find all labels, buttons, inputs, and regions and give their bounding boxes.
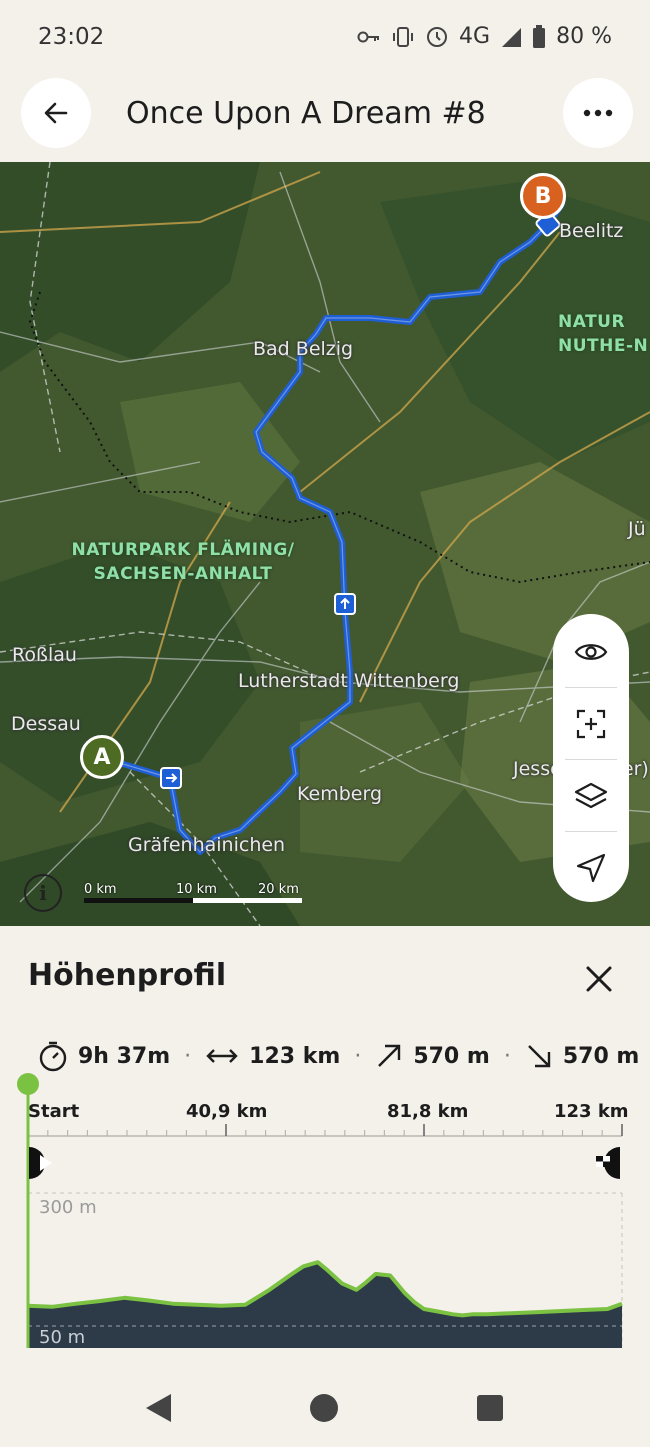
navigation-arrow-icon: [576, 853, 606, 883]
recenter-button[interactable]: [553, 688, 629, 760]
page-title: Once Upon A Dream #8: [126, 96, 486, 131]
more-options-button[interactable]: [563, 78, 633, 148]
scale-label: 20 km: [258, 882, 299, 897]
signal-icon: [502, 27, 522, 47]
map-controls: [553, 614, 629, 902]
network-label: 4G: [459, 24, 491, 49]
park-label-line: NUTHE-N: [558, 336, 649, 356]
layers-button[interactable]: [553, 760, 629, 832]
position-cursor-dot: [17, 1073, 39, 1095]
finish-flag-icon: [596, 1147, 620, 1179]
scale-bar: [84, 898, 302, 903]
place-label: Beelitz: [559, 220, 624, 242]
end-marker[interactable]: B: [520, 173, 566, 219]
separator: ·: [503, 1043, 511, 1069]
place-label: Bad Belzig: [253, 338, 354, 360]
start-marker-label: A: [93, 744, 111, 770]
fit-bounds-icon: [576, 709, 606, 739]
scale-label: 0 km: [84, 882, 117, 897]
distance-value: 123 km: [249, 1043, 341, 1069]
back-arrow-icon: [44, 102, 68, 124]
place-label: Roßlau: [12, 644, 77, 666]
elevation-area: [28, 1262, 622, 1348]
place-label: Jü: [628, 518, 646, 540]
battery-label: 80 %: [556, 24, 612, 49]
y-axis-label: 50 m: [39, 1327, 85, 1348]
elevation-chart[interactable]: 300 m 50 m: [0, 1066, 650, 1356]
nav-recents-button[interactable]: [472, 1390, 508, 1426]
park-label-line: NATUR: [558, 312, 626, 332]
nav-home-button[interactable]: [306, 1390, 342, 1426]
end-marker-label: B: [534, 183, 552, 209]
route-map[interactable]: Beelitz Bad Belzig Roßlau Dessau Luthers…: [0, 162, 650, 926]
more-horizontal-icon: [583, 109, 613, 117]
status-bar: 23:02 4G 80 %: [0, 0, 650, 78]
park-label-line: SACHSEN-ANHALT: [93, 564, 273, 584]
alarm-icon: [427, 26, 448, 47]
eye-icon: [574, 644, 608, 660]
circle-home-icon: [310, 1394, 338, 1422]
start-flag-icon: [29, 1147, 52, 1179]
back-button[interactable]: [21, 78, 91, 148]
visibility-button[interactable]: [553, 616, 629, 688]
distance-icon: [206, 1049, 238, 1063]
triangle-back-icon: [146, 1394, 171, 1422]
nav-back-button[interactable]: [140, 1390, 176, 1426]
navigate-button[interactable]: [553, 832, 629, 904]
park-label: NATURPARK FLÄMING/ SACHSEN-ANHALT: [68, 538, 298, 586]
y-axis-label: 300 m: [39, 1197, 97, 1218]
descent-value: 570 m: [562, 1043, 640, 1069]
park-label-line: NATURPARK FLÄMING/: [71, 540, 295, 560]
close-icon[interactable]: [582, 962, 616, 996]
status-icons: 4G 80 %: [357, 24, 612, 49]
layers-icon: [574, 782, 608, 809]
x-axis-ticks: [27, 1124, 623, 1136]
place-label: Kemberg: [297, 783, 382, 805]
map-info-button[interactable]: i: [24, 874, 62, 912]
separator: ·: [184, 1043, 192, 1069]
battery-icon: [533, 24, 546, 48]
square-recents-icon: [477, 1395, 503, 1421]
vibrate-icon: [393, 26, 414, 47]
system-nav-bar: [0, 1366, 650, 1447]
separator: ·: [354, 1043, 362, 1069]
ascent-value: 570 m: [413, 1043, 490, 1069]
park-label: NATUR NUTHE-N: [558, 310, 648, 358]
vpn-key-icon: [357, 31, 380, 42]
panel-title: Höhenprofil: [28, 958, 227, 993]
app-bar: Once Upon A Dream #8: [0, 78, 650, 162]
info-icon: i: [39, 881, 47, 905]
duration-value: 9h 37m: [78, 1043, 171, 1069]
status-time: 23:02: [38, 24, 105, 50]
place-label: Gräfenhainichen: [128, 834, 286, 856]
place-label: Dessau: [11, 713, 81, 735]
elevation-panel: Höhenprofil 9h 37m · 123 km · 570 m · 57…: [0, 926, 650, 1366]
start-marker[interactable]: A: [80, 735, 124, 779]
scale-label: 10 km: [176, 882, 217, 897]
place-label: Lutherstadt Wittenberg: [238, 670, 460, 692]
